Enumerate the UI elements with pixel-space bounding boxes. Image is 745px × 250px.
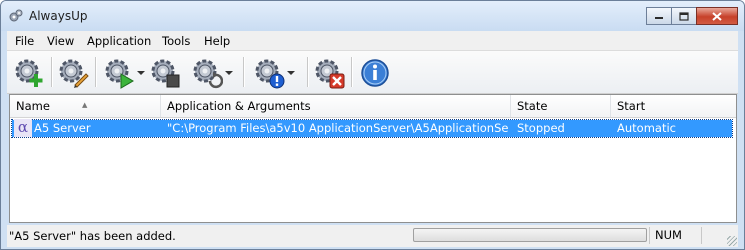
menu-help[interactable]: Help [204, 34, 230, 48]
start-dropdown-arrow[interactable] [137, 71, 145, 75]
toolbar-separator [307, 57, 308, 87]
alert-gear-icon [255, 59, 285, 89]
alpha-icon: α [14, 119, 32, 137]
resize-grip[interactable] [727, 236, 737, 246]
menu-bar: File View Application Tools Help [7, 31, 738, 51]
stop-gear-icon [151, 59, 180, 88]
toolbar-separator [351, 57, 352, 87]
toolbar-separator [95, 57, 96, 87]
column-start-label: Start [617, 99, 646, 113]
column-name-label: Name [16, 99, 50, 113]
report-dropdown-arrow[interactable] [287, 71, 295, 75]
column-start-header[interactable]: Start [611, 95, 736, 117]
row-state: Stopped [517, 121, 565, 135]
delete-application-button[interactable] [313, 56, 345, 90]
column-application-label: Application & Arguments [167, 99, 311, 113]
edit-application-button[interactable] [57, 56, 89, 90]
start-gear-icon [105, 59, 134, 89]
minimize-button[interactable] [646, 7, 672, 25]
column-state-header[interactable]: State [511, 95, 611, 117]
status-panel-empty [701, 227, 727, 244]
add-gear-icon [15, 59, 43, 87]
menu-tools[interactable]: Tools [162, 34, 190, 48]
list-header: ▲ Name Application & Arguments State Sta… [10, 95, 736, 118]
app-window: AlwaysUp File View Application Tools Hel… [0, 0, 745, 250]
stop-application-button[interactable] [149, 56, 181, 90]
column-name-header[interactable]: ▲ Name [10, 95, 161, 117]
restart-application-button[interactable] [191, 56, 233, 90]
window-controls [646, 7, 738, 25]
maximize-icon [679, 11, 689, 21]
column-application-header[interactable]: Application & Arguments [161, 95, 511, 117]
close-icon [712, 11, 722, 21]
title-bar[interactable]: AlwaysUp [1, 1, 744, 31]
applications-list[interactable]: ▲ Name Application & Arguments State Sta… [9, 94, 737, 223]
window-title: AlwaysUp [29, 9, 88, 23]
restart-dropdown-arrow[interactable] [225, 71, 233, 75]
toolbar-separator [51, 57, 52, 87]
row-name: A5 Server [34, 121, 91, 135]
start-application-button[interactable] [103, 56, 145, 90]
report-activity-button[interactable] [253, 56, 295, 90]
about-button[interactable] [359, 56, 391, 90]
menu-view[interactable]: View [47, 34, 74, 48]
close-button[interactable] [696, 7, 738, 25]
restart-gear-icon [193, 59, 223, 89]
row-start: Automatic [617, 121, 676, 135]
gear-app-icon [9, 9, 23, 22]
menu-application[interactable]: Application [87, 34, 151, 48]
status-bar: "A5 Server" has been added. NUM [7, 225, 738, 247]
column-state-label: State [517, 99, 548, 113]
sort-ascending-icon: ▲ [82, 101, 88, 109]
table-row[interactable]: α A5 Server "C:\Program Files\a5v10 Appl… [11, 119, 733, 138]
status-message: "A5 Server" has been added. [9, 229, 176, 243]
row-application-arguments: "C:\Program Files\a5v10 ApplicationServe… [167, 121, 509, 135]
progress-bar [413, 228, 647, 242]
info-icon [361, 59, 389, 87]
toolbar [7, 51, 738, 94]
toolbar-separator [243, 57, 244, 87]
maximize-button[interactable] [671, 7, 697, 25]
minimize-icon [655, 17, 663, 19]
edit-gear-icon [59, 59, 89, 88]
add-application-button[interactable] [13, 56, 45, 90]
menu-file[interactable]: File [15, 34, 34, 48]
delete-gear-icon [315, 59, 345, 89]
num-lock-indicator: NUM [655, 228, 682, 242]
